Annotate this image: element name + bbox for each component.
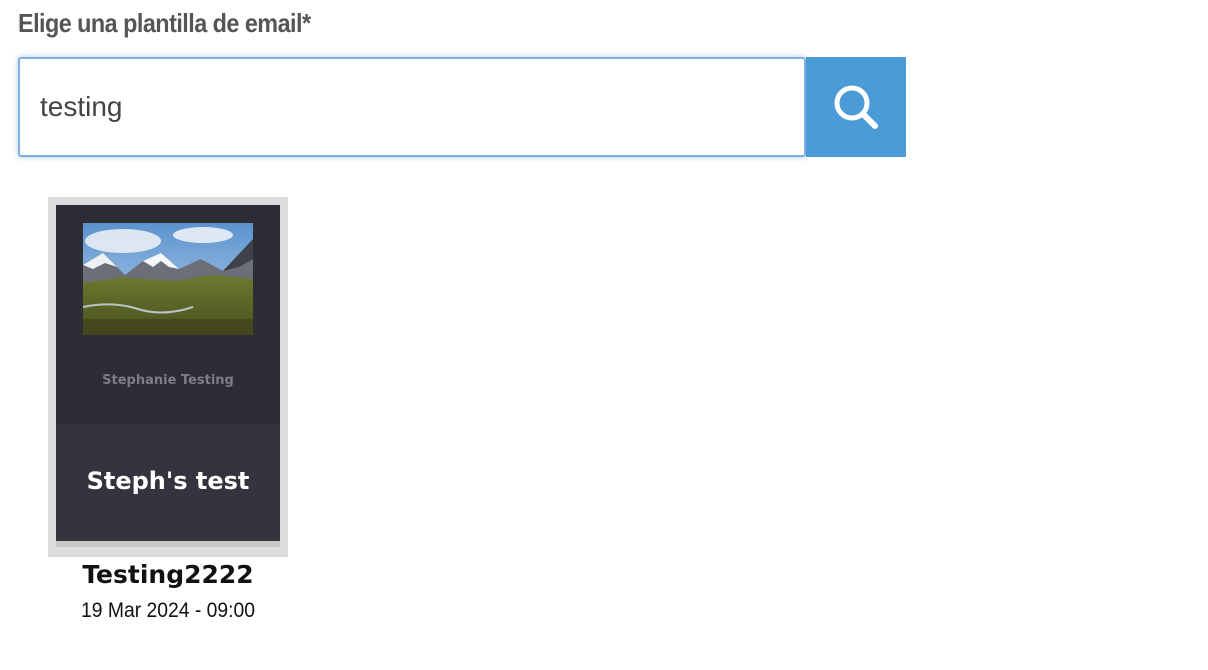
template-date: 19 Mar 2024 - 09:00 — [81, 599, 255, 622]
thumbnail-header: Stephanie Testing — [56, 205, 280, 424]
thumbnail-sender-name: Stephanie Testing — [102, 373, 234, 388]
thumbnail-heading: Steph's test — [86, 467, 250, 495]
landscape-image — [83, 223, 253, 335]
template-card[interactable]: Stephanie Testing Steph's test — [48, 197, 288, 557]
template-thumbnail: Stephanie Testing Steph's test — [56, 205, 280, 541]
card-divider — [56, 541, 280, 547]
template-field-label: Elige una plantilla de email* — [18, 8, 311, 38]
search-button[interactable] — [806, 57, 906, 157]
template-search-bar — [18, 57, 906, 157]
search-icon — [831, 82, 881, 132]
template-search-input[interactable] — [18, 57, 806, 157]
thumbnail-body: Steph's test — [56, 424, 280, 541]
template-name[interactable]: Testing2222 — [28, 560, 308, 589]
